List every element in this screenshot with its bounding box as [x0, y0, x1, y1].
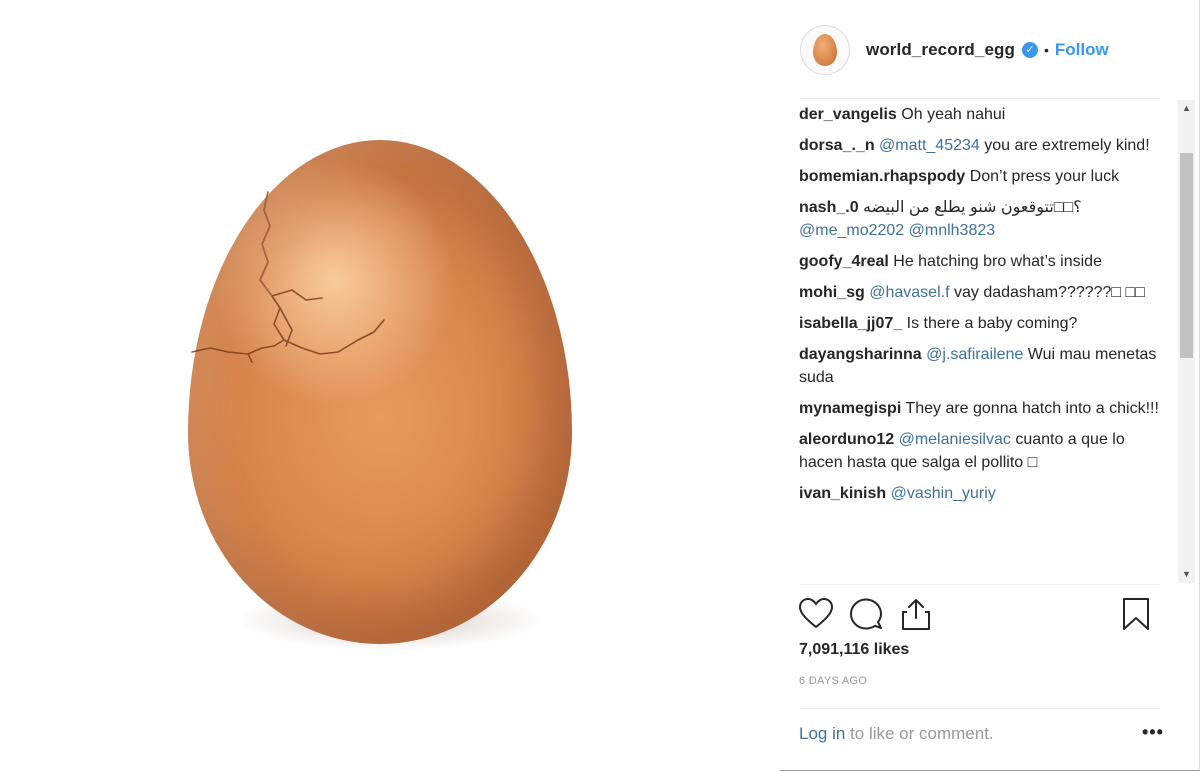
comment-mention[interactable]: @havasel.f: [865, 284, 949, 301]
comment-username[interactable]: aleorduno12: [799, 431, 894, 448]
comment-bubble-icon[interactable]: [848, 596, 884, 632]
comment-username[interactable]: mynamegispi: [799, 400, 901, 417]
comment-mention[interactable]: @me_mo2202 @mnlh3823: [799, 222, 995, 239]
comment-item: goofy_4real He hatching bro what’s insid…: [799, 250, 1159, 273]
comment-mention[interactable]: @matt_45234: [875, 137, 980, 154]
post-timestamp[interactable]: 6 DAYS AGO: [799, 675, 867, 687]
divider: [800, 584, 1160, 585]
comment-mention[interactable]: @melaniesilvac: [894, 431, 1011, 448]
scroll-thumb[interactable]: [1180, 153, 1193, 358]
like-count[interactable]: 7,091,116 likes: [799, 641, 909, 659]
comment-username[interactable]: isabella_jj07_: [799, 315, 902, 332]
login-link[interactable]: Log in: [799, 724, 845, 743]
comment-username[interactable]: ivan_kinish: [799, 485, 886, 502]
header-separator: •: [1043, 42, 1049, 58]
egg-image: [188, 140, 572, 644]
divider: [800, 708, 1160, 709]
comment-username[interactable]: mohi_sg: [799, 284, 865, 301]
comment-username[interactable]: goofy_4real: [799, 253, 889, 270]
comment-username[interactable]: der_vangelis: [799, 106, 897, 123]
comment-username[interactable]: dorsa_._n: [799, 137, 875, 154]
comment-item: aleorduno12 @melaniesilvac cuanto a que …: [799, 428, 1159, 474]
comment-item: mynamegispi They are gonna hatch into a …: [799, 397, 1159, 420]
comment-item: der_vangelis Oh yeah nahui: [799, 103, 1159, 126]
comment-mention[interactable]: @vashin_yuriy: [886, 485, 996, 502]
login-prompt: Log in to like or comment.: [799, 724, 994, 744]
bookmark-icon[interactable]: [1118, 596, 1154, 632]
login-prompt-text: to like or comment.: [845, 724, 994, 743]
comment-text: He hatching bro what’s inside: [888, 253, 1102, 270]
action-bar: [798, 596, 1162, 632]
post-photo[interactable]: [0, 0, 780, 771]
comment-item: ivan_kinish @vashin_yuriy: [799, 482, 1159, 505]
share-icon[interactable]: [898, 596, 934, 632]
comment-text: Oh yeah nahui: [896, 106, 1006, 123]
heart-icon[interactable]: [798, 596, 834, 632]
comment-scrollbar[interactable]: ▲ ▼: [1178, 100, 1195, 583]
comment-item: dorsa_._n @matt_45234 you are extremely …: [799, 134, 1159, 157]
comment-list[interactable]: der_vangelis Oh yeah nahui dorsa_._n @ma…: [799, 103, 1159, 584]
post-header: world_record_egg ✓ • Follow: [800, 24, 1160, 76]
egg-cracks: [191, 191, 385, 363]
scroll-down-arrow-icon[interactable]: ▼: [1178, 566, 1195, 583]
comment-text: Don’t press your luck: [965, 168, 1120, 185]
comment-item: bomemian.rhapspody Don’t press your luck: [799, 165, 1159, 188]
scroll-up-arrow-icon[interactable]: ▲: [1178, 100, 1195, 117]
comment-item: isabella_jj07_ Is there a baby coming?: [799, 312, 1159, 335]
comment-item: mohi_sg @havasel.f vay dadasham??????□ □…: [799, 281, 1159, 304]
comment-mention[interactable]: @j.safirailene: [922, 346, 1023, 363]
comment-text: ؟□□تتوقعون شنو يطلع من البيضه: [858, 199, 1082, 216]
more-options-icon[interactable]: •••: [1142, 722, 1164, 743]
username-link[interactable]: world_record_egg: [866, 40, 1015, 60]
avatar-egg-image: [813, 34, 837, 66]
comment-username[interactable]: nash_.0: [799, 199, 859, 216]
post-side-panel: world_record_egg ✓ • Follow der_vangelis…: [780, 0, 1200, 771]
comment-item: nash_.0 ؟□□تتوقعون شنو يطلع من البيضه @m…: [799, 196, 1159, 242]
follow-button[interactable]: Follow: [1055, 40, 1109, 60]
avatar[interactable]: [800, 25, 850, 75]
comment-username[interactable]: bomemian.rhapspody: [799, 168, 965, 185]
comment-item: dayangsharinna @j.safirailene Wui mau me…: [799, 343, 1159, 389]
comment-text: vay dadasham??????□ □□: [949, 284, 1145, 301]
comment-text: you are extremely kind!: [979, 137, 1150, 154]
post-viewer: world_record_egg ✓ • Follow der_vangelis…: [0, 0, 1200, 771]
comment-text: Is there a baby coming?: [902, 315, 1078, 332]
verified-badge-icon: ✓: [1021, 42, 1038, 58]
divider: [800, 98, 1160, 99]
comment-text: They are gonna hatch into a chick!!!: [901, 400, 1159, 417]
comment-username[interactable]: dayangsharinna: [799, 346, 922, 363]
